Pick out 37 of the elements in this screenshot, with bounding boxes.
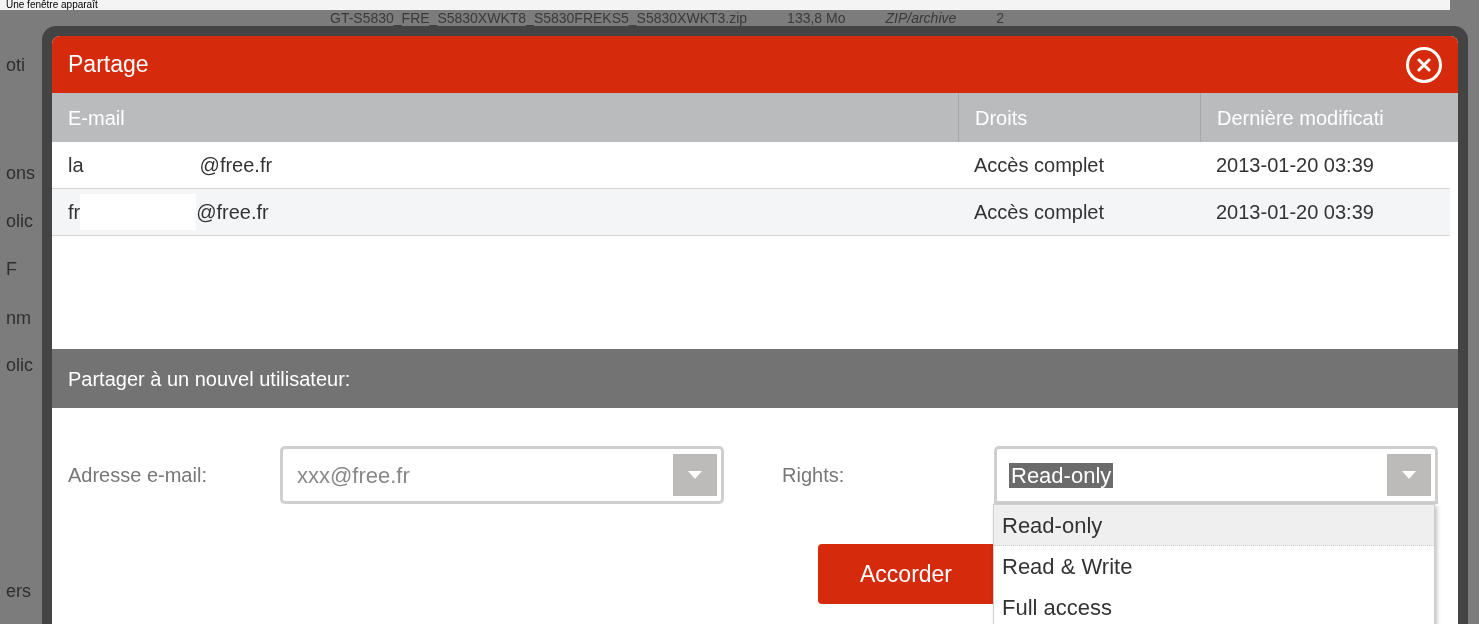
background-text: nm (6, 307, 31, 330)
table-cell-text: Accès complet (973, 153, 1106, 178)
background-text: ers (6, 580, 31, 603)
dropdown-option[interactable]: Full access (994, 587, 1434, 624)
caption-text: Une fenêtre apparaît (5, 0, 98, 10)
background-text: ons (6, 162, 36, 185)
caret-icon (688, 471, 702, 479)
close-icon (1417, 57, 1431, 72)
table-cell-text: 2013-01-20 03:39 (1215, 153, 1375, 178)
email-input[interactable]: xxx@free.fr (297, 458, 673, 492)
dropdown-option[interactable]: Read & Write (994, 546, 1434, 587)
field-label: Adresse e-mail: (68, 463, 208, 488)
file-row-text: 133,8 Mo (787, 10, 846, 26)
background-text: oti (6, 54, 25, 77)
background-text: olic (6, 354, 33, 377)
table-cell-text: la (68, 153, 84, 178)
select-value: Read-only (1009, 461, 1115, 490)
dropdown-button[interactable] (1387, 454, 1431, 496)
file-row-text: 2 (996, 10, 1005, 26)
table-cell-text: @free.fr (196, 200, 269, 225)
table-cell-text: @free.fr (199, 153, 273, 178)
section-title: Partager à un nouvel utilisateur: (68, 366, 351, 392)
email-combobox[interactable]: xxx@free.fr (280, 446, 724, 504)
caret-icon (1402, 471, 1416, 479)
dropdown-button[interactable] (673, 454, 717, 496)
file-row-text: ZIP/archive (885, 10, 957, 26)
background-text: F (6, 258, 17, 281)
table-cell-text: Accès complet (973, 200, 1106, 225)
dropdown-option[interactable]: Read-only (994, 505, 1434, 546)
close-button[interactable] (1406, 46, 1442, 83)
file-row-text: GT-S5830_FRE_S5830XWKT8_S5830FREKS5_S5830XWKT3.zip (330, 10, 748, 26)
field-label: Rights: (782, 463, 846, 488)
table-cell-text: 2013-01-20 03:39 (1215, 200, 1375, 225)
column-header: E-mail (67, 105, 126, 131)
background-text: olic (6, 210, 33, 233)
dialog-title: Partage (68, 50, 149, 80)
table-cell-text: fr (68, 200, 81, 225)
